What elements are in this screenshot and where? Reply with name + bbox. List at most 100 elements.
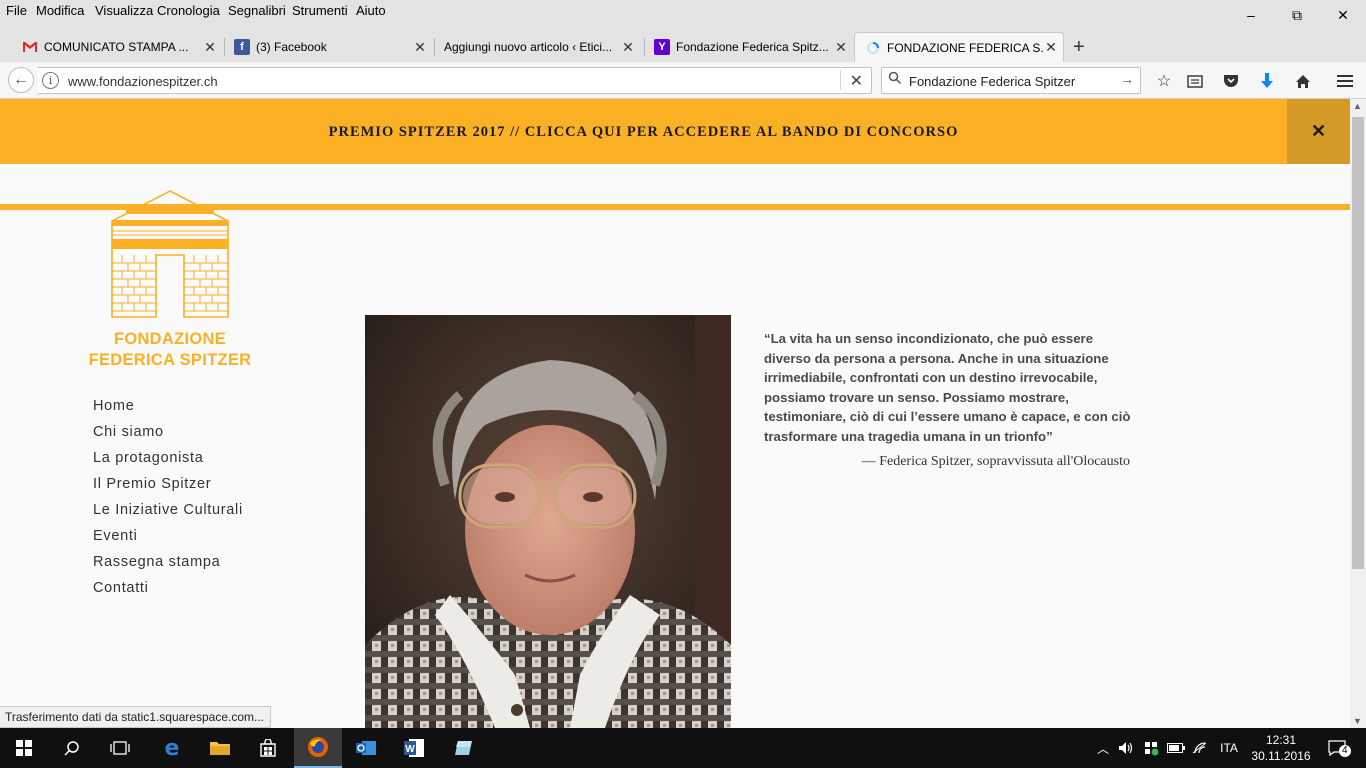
word-icon: W: [404, 739, 424, 757]
page-scrollbar[interactable]: ▲ ▼: [1350, 99, 1366, 728]
task-view-button[interactable]: [96, 728, 144, 768]
edge-taskbar-button[interactable]: e: [148, 728, 196, 768]
action-center-button[interactable]: 4: [1322, 728, 1352, 768]
menu-aiuto[interactable]: Aiuto: [356, 3, 386, 18]
menu-cronologia[interactable]: Cronologia: [157, 3, 220, 18]
loading-icon: [865, 40, 881, 56]
tab-title: FONDAZIONE FEDERICA S...: [887, 40, 1043, 55]
bookmark-star-icon[interactable]: ☆: [1153, 70, 1175, 92]
gmail-icon: [22, 39, 38, 55]
windows-logo-icon: [16, 740, 32, 756]
scroll-down-icon[interactable]: ▼: [1353, 716, 1362, 726]
status-bar: Trasferimento dati da static1.squarespac…: [0, 706, 272, 728]
nav-rassegna-stampa[interactable]: Rassegna stampa: [93, 554, 243, 580]
nav-la-protagonista[interactable]: La protagonista: [93, 450, 243, 476]
home-icon[interactable]: [1292, 70, 1314, 92]
explorer-taskbar-button[interactable]: [196, 728, 244, 768]
info-icon[interactable]: i: [42, 72, 59, 89]
clock-date: 30.11.2016: [1251, 749, 1311, 763]
outlook-taskbar-button[interactable]: [342, 728, 390, 768]
pocket-icon[interactable]: [1220, 70, 1242, 92]
scroll-up-icon[interactable]: ▲: [1353, 101, 1362, 111]
back-button[interactable]: ←: [8, 67, 34, 93]
volume-icon[interactable]: [1116, 728, 1136, 768]
tab-title: COMUNICATO STAMPA ...: [44, 40, 189, 54]
search-icon: [64, 741, 79, 756]
main-navigation: Home Chi siamo La protagonista Il Premio…: [93, 398, 243, 606]
menu-file[interactable]: File: [6, 3, 27, 18]
search-taskbar-button[interactable]: [48, 728, 96, 768]
tab-facebook[interactable]: f (3) Facebook ✕: [212, 34, 432, 60]
svg-text:W: W: [405, 744, 415, 755]
tab-title: (3) Facebook: [256, 40, 327, 54]
firefox-icon: [308, 737, 328, 757]
nav-chi-siamo[interactable]: Chi siamo: [93, 424, 243, 450]
notes-icon: [455, 741, 472, 755]
yahoo-icon: Y: [654, 39, 670, 55]
edge-icon: e: [164, 735, 180, 761]
scroll-thumb[interactable]: [1352, 117, 1364, 569]
search-bar[interactable]: Fondazione Federica Spitzer →: [881, 67, 1141, 94]
tray-expand-icon[interactable]: ︿: [1093, 728, 1113, 768]
notification-count: 4: [1339, 745, 1351, 757]
search-go-icon[interactable]: →: [1120, 71, 1134, 87]
tab-title: Fondazione Federica Spitz...: [676, 40, 829, 54]
search-input[interactable]: Fondazione Federica Spitzer: [909, 74, 1075, 89]
url-text[interactable]: www.fondazionespitzer.ch: [68, 74, 218, 89]
tab-fondazione[interactable]: FONDAZIONE FEDERICA S... ✕: [854, 32, 1064, 62]
logo-text-line2[interactable]: FEDERICA SPITZER: [60, 350, 280, 371]
nav-contatti[interactable]: Contatti: [93, 580, 243, 606]
logo-text-line1[interactable]: FONDAZIONE: [60, 329, 280, 350]
menu-strumenti[interactable]: Strumenti: [292, 3, 348, 18]
store-bag-icon: [260, 739, 276, 757]
task-view-icon: [110, 741, 130, 755]
search-icon: [888, 71, 902, 88]
url-bar[interactable]: i www.fondazionespitzer.ch ✕: [38, 67, 872, 94]
quote-attribution: — Federica Spitzer, sopravvissuta all'Ol…: [861, 454, 1130, 469]
facebook-icon: f: [234, 39, 250, 55]
navigation-toolbar: ← i www.fondazionespitzer.ch ✕ Fondazion…: [0, 62, 1366, 99]
new-tab-button[interactable]: +: [1073, 36, 1085, 59]
folder-icon: [210, 742, 230, 755]
nav-premio-spitzer[interactable]: Il Premio Spitzer: [93, 476, 243, 502]
battery-icon[interactable]: [1165, 728, 1187, 768]
foundation-logo[interactable]: [108, 189, 232, 319]
windows-taskbar: e W ︿ ITA 12:31 30.11.2016 4: [0, 728, 1366, 768]
page-viewport: PREMIO SPITZER 2017 // CLICCA QUI PER AC…: [0, 99, 1350, 728]
banner-link[interactable]: PREMIO SPITZER 2017 // CLICCA QUI PER AC…: [0, 124, 1287, 141]
reader-list-icon[interactable]: [1184, 70, 1206, 92]
store-taskbar-button[interactable]: [244, 728, 292, 768]
start-button[interactable]: [0, 728, 48, 768]
menu-bar: File Modifica Visualizza Cronologia Segn…: [0, 0, 1366, 22]
tab-wordpress[interactable]: Aggiungi nuovo articolo ‹ Etici... ✕: [422, 34, 640, 60]
tab-strip: COMUNICATO STAMPA ... ✕ f (3) Facebook ✕…: [0, 22, 1366, 62]
menu-modifica[interactable]: Modifica: [36, 3, 84, 18]
tab-close-icon[interactable]: ✕: [833, 39, 849, 56]
clock-time: 12:31: [1265, 733, 1297, 747]
quote-text: “La vita ha un senso incondizionato, che…: [764, 331, 1131, 444]
notes-taskbar-button[interactable]: [440, 728, 488, 768]
nav-iniziative-culturali[interactable]: Le Iniziative Culturali: [93, 502, 243, 528]
download-icon[interactable]: [1256, 70, 1278, 92]
word-taskbar-button[interactable]: W: [390, 728, 438, 768]
back-arrow-icon: ←: [13, 71, 29, 88]
taskbar-clock[interactable]: 12:31 30.11.2016: [1246, 732, 1316, 764]
firefox-taskbar-button[interactable]: [294, 728, 342, 768]
tab-yahoo[interactable]: Y Fondazione Federica Spitz... ✕: [632, 34, 853, 60]
menu-visualizza[interactable]: Visualizza: [95, 3, 153, 18]
tab-close-icon[interactable]: ✕: [1043, 39, 1059, 56]
menu-segnalibri[interactable]: Segnalibri: [228, 3, 286, 18]
tab-title: Aggiungi nuovo articolo ‹ Etici...: [444, 40, 613, 54]
outlook-icon: [356, 741, 376, 755]
language-indicator[interactable]: ITA: [1214, 728, 1244, 768]
announcement-banner[interactable]: PREMIO SPITZER 2017 // CLICCA QUI PER AC…: [0, 99, 1350, 164]
hamburger-menu-icon[interactable]: [1334, 70, 1356, 92]
tab-gmail[interactable]: COMUNICATO STAMPA ... ✕: [0, 34, 222, 60]
wifi-icon[interactable]: [1190, 728, 1210, 768]
stop-icon[interactable]: ✕: [850, 71, 863, 91]
nav-home[interactable]: Home: [93, 398, 243, 424]
portrait-photo: [365, 315, 731, 728]
nav-eventi[interactable]: Eventi: [93, 528, 243, 554]
sync-icon[interactable]: [1141, 728, 1161, 768]
banner-close-button[interactable]: ✕: [1287, 99, 1350, 164]
